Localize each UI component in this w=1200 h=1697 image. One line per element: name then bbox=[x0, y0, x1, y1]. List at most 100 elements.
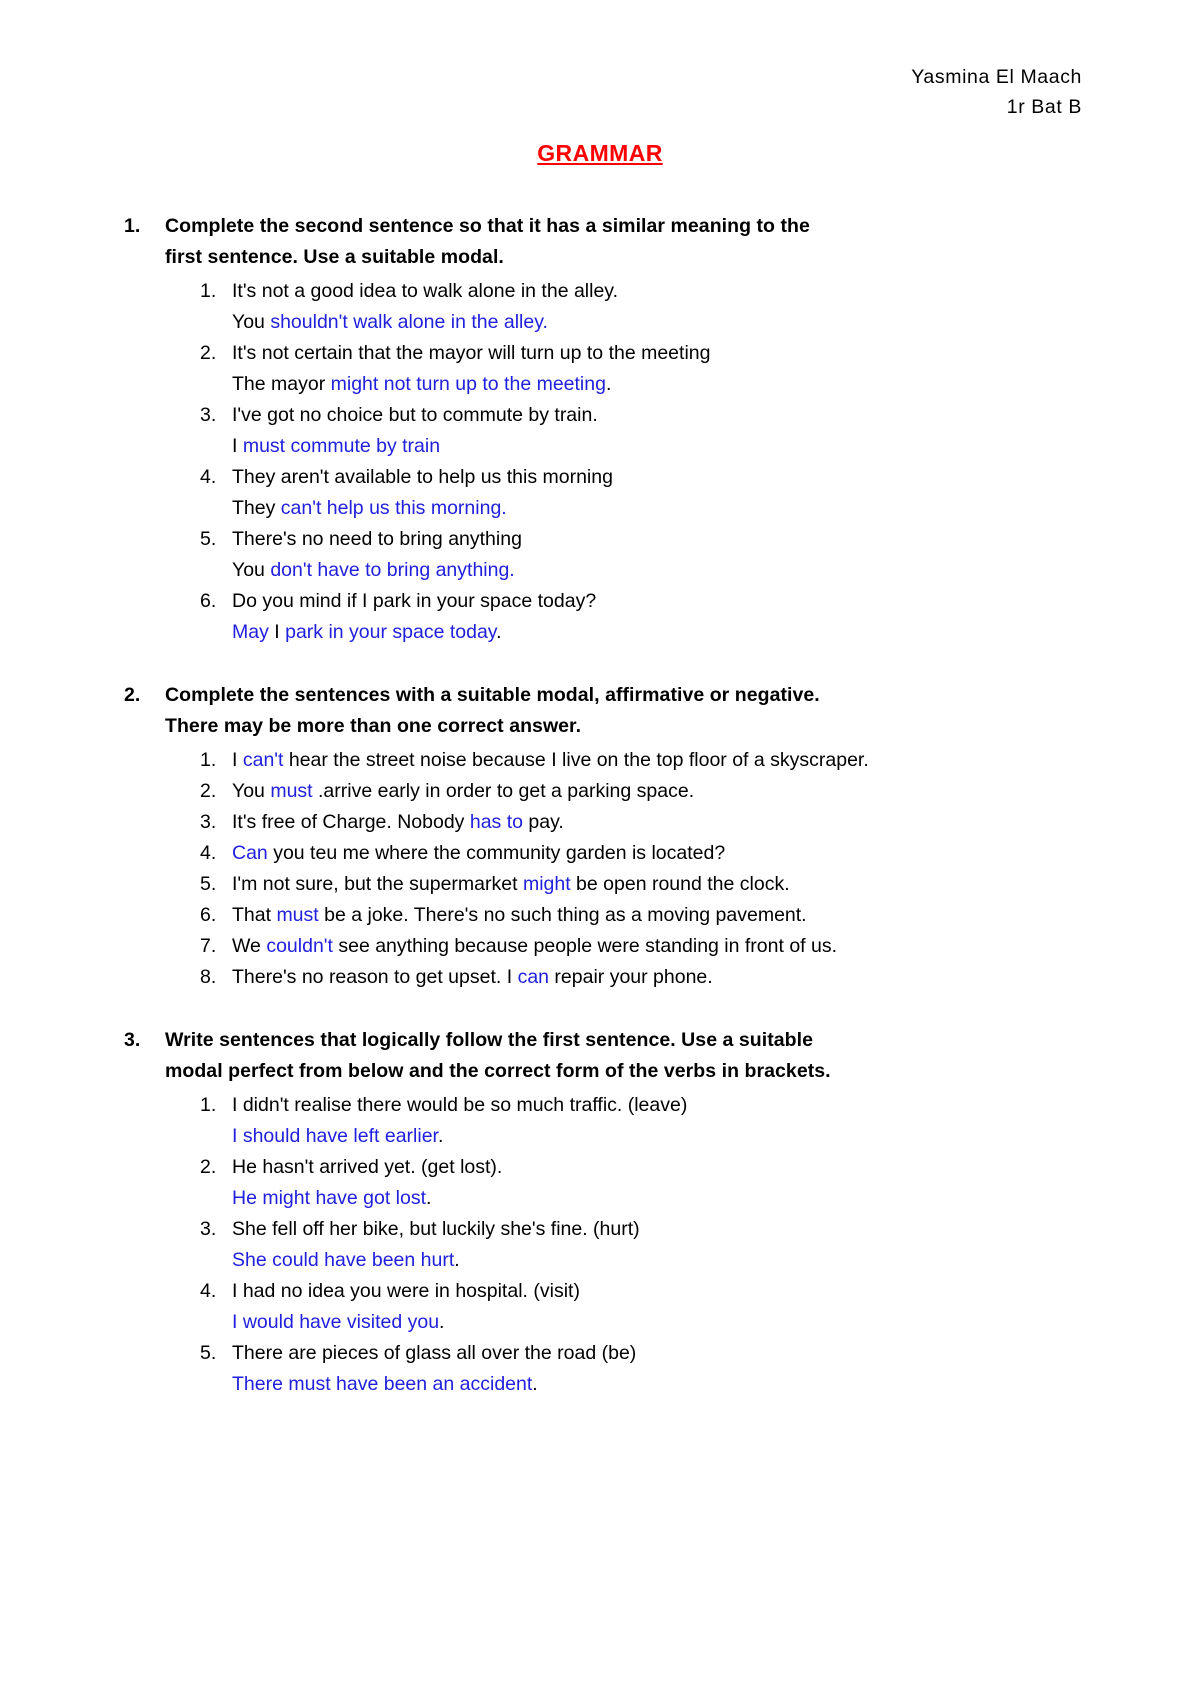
student-name: Yasmina El Maach bbox=[911, 66, 1082, 88]
answer-text: There must have been an accident bbox=[232, 1373, 533, 1395]
answer-lead: I bbox=[232, 435, 243, 457]
item-answer: She could have been hurt. bbox=[232, 1245, 1082, 1276]
answer-modal: shouldn't walk alone in the alley. bbox=[270, 311, 548, 333]
list-item: We couldn't see anything because people … bbox=[165, 931, 1082, 962]
section-3-heading-line-1: Write sentences that logically follow th… bbox=[165, 1029, 814, 1051]
section-1-heading: Complete the second sentence so that it … bbox=[165, 211, 1082, 273]
answer-modal: must bbox=[270, 780, 313, 802]
item-prompt: I didn't realise there would be so much … bbox=[232, 1094, 688, 1116]
answer-text: He might have got lost bbox=[232, 1187, 427, 1209]
answer-tail: . bbox=[496, 621, 502, 643]
sentence-pre: I bbox=[232, 749, 243, 771]
list-item: There are pieces of glass all over the r… bbox=[165, 1338, 1082, 1400]
item-sentence: There's no reason to get upset. I can re… bbox=[232, 962, 1082, 993]
list-item: I didn't realise there would be so much … bbox=[165, 1090, 1082, 1152]
answer-modal: can't bbox=[242, 749, 284, 771]
list-item: I've got no choice but to commute by tra… bbox=[165, 400, 1082, 462]
list-item: There's no need to bring anything You do… bbox=[165, 524, 1082, 586]
page-title: GRAMMAR bbox=[118, 140, 1082, 167]
section-1-heading-line-1: Complete the second sentence so that it … bbox=[165, 215, 810, 237]
list-item: They aren't available to help us this mo… bbox=[165, 462, 1082, 524]
answer-modal: can bbox=[517, 966, 550, 988]
answer-text: I would have visited you bbox=[232, 1311, 440, 1333]
exercise-section-2: Complete the sentences with a suitable m… bbox=[118, 680, 1082, 993]
answer-lead: You bbox=[232, 559, 271, 581]
answer-modal: must commute by train bbox=[242, 435, 441, 457]
document-page: Yasmina El Maach 1r Bat B GRAMMAR Comple… bbox=[0, 0, 1200, 1697]
list-item: Can you teu me where the community garde… bbox=[165, 838, 1082, 869]
section-2-heading-line-2: There may be more than one correct answe… bbox=[165, 715, 582, 737]
item-prompt: He hasn't arrived yet. (get lost). bbox=[232, 1156, 503, 1178]
answer-lead: You bbox=[232, 311, 271, 333]
answer-tail: . bbox=[426, 1187, 432, 1209]
item-prompt: It's not a good idea to walk alone in th… bbox=[232, 280, 619, 302]
exercise-section-1: Complete the second sentence so that it … bbox=[118, 211, 1082, 648]
sentence-pre: It's free of Charge. Nobody bbox=[232, 811, 470, 833]
sentence-post: be open round the clock. bbox=[570, 873, 790, 895]
item-sentence: I'm not sure, but the supermarket might … bbox=[232, 869, 1082, 900]
section-2-heading: Complete the sentences with a suitable m… bbox=[165, 680, 1082, 742]
answer-modal: Can bbox=[232, 842, 268, 864]
list-item: It's not certain that the mayor will tur… bbox=[165, 338, 1082, 400]
sentence-post: pay. bbox=[522, 811, 564, 833]
item-sentence: Can you teu me where the community garde… bbox=[232, 838, 1082, 869]
sentence-pre: That bbox=[232, 904, 277, 926]
answer-tail: . bbox=[532, 1373, 538, 1395]
list-item: I can't hear the street noise because I … bbox=[165, 745, 1082, 776]
sentence-post: be a joke. There's no such thing as a mo… bbox=[318, 904, 807, 926]
item-prompt: I had no idea you were in hospital. (vis… bbox=[232, 1280, 580, 1302]
item-prompt: They aren't available to help us this mo… bbox=[232, 466, 613, 488]
list-item: I had no idea you were in hospital. (vis… bbox=[165, 1276, 1082, 1338]
item-answer: I should have left earlier. bbox=[232, 1121, 1082, 1152]
item-prompt: Do you mind if I park in your space toda… bbox=[232, 590, 597, 612]
answer-modal: might not turn up to the meeting bbox=[330, 373, 606, 395]
sentence-post: hear the street noise because I live on … bbox=[283, 749, 869, 771]
answer-modal: has to bbox=[469, 811, 523, 833]
item-sentence: It's free of Charge. Nobody has to pay. bbox=[232, 807, 1082, 838]
item-answer: They can't help us this morning. bbox=[232, 493, 1082, 524]
item-prompt: There are pieces of glass all over the r… bbox=[232, 1342, 637, 1364]
item-answer: You shouldn't walk alone in the alley. bbox=[232, 307, 1082, 338]
item-sentence: You must .arrive early in order to get a… bbox=[232, 776, 1082, 807]
item-sentence: That must be a joke. There's no such thi… bbox=[232, 900, 1082, 931]
item-answer: He might have got lost. bbox=[232, 1183, 1082, 1214]
list-item: Do you mind if I park in your space toda… bbox=[165, 586, 1082, 648]
section-1-items: It's not a good idea to walk alone in th… bbox=[165, 276, 1082, 648]
list-item: It's not a good idea to walk alone in th… bbox=[165, 276, 1082, 338]
answer-modal: don't have to bring anything. bbox=[270, 559, 515, 581]
item-answer: There must have been an accident. bbox=[232, 1369, 1082, 1400]
list-item: You must .arrive early in order to get a… bbox=[165, 776, 1082, 807]
sentence-pre: There's no reason to get upset. I bbox=[232, 966, 518, 988]
item-answer: May I park in your space today. bbox=[232, 617, 1082, 648]
item-sentence: We couldn't see anything because people … bbox=[232, 931, 1082, 962]
sentence-pre: You bbox=[232, 780, 271, 802]
sentence-post: repair your phone. bbox=[549, 966, 713, 988]
document-header: Yasmina El Maach 1r Bat B bbox=[118, 62, 1082, 122]
answer-tail: . bbox=[605, 373, 612, 395]
answer-modal: May bbox=[232, 621, 269, 643]
answer-lead: They bbox=[232, 497, 281, 519]
list-item: He hasn't arrived yet. (get lost). He mi… bbox=[165, 1152, 1082, 1214]
page-title-text: GRAMMAR bbox=[537, 140, 663, 166]
sentence-pre: We bbox=[232, 935, 267, 957]
answer-text: She could have been hurt bbox=[232, 1249, 455, 1271]
answer-tail: . bbox=[439, 1311, 445, 1333]
item-prompt: It's not certain that the mayor will tur… bbox=[232, 342, 711, 364]
answer-modal: might bbox=[522, 873, 571, 895]
item-prompt: I've got no choice but to commute by tra… bbox=[232, 404, 598, 426]
answer-rest: park in your space today bbox=[285, 621, 497, 643]
sentence-pre: I'm not sure, but the supermarket bbox=[232, 873, 523, 895]
section-3-heading-line-2: modal perfect from below and the correct… bbox=[165, 1060, 831, 1082]
list-item: It's free of Charge. Nobody has to pay. bbox=[165, 807, 1082, 838]
answer-mid: I bbox=[268, 621, 286, 643]
answer-modal: couldn't bbox=[266, 935, 333, 957]
item-answer: You don't have to bring anything. bbox=[232, 555, 1082, 586]
list-item: She fell off her bike, but luckily she's… bbox=[165, 1214, 1082, 1276]
item-sentence: I can't hear the street noise because I … bbox=[232, 745, 1082, 776]
sentence-post: you teu me where the community garden is… bbox=[267, 842, 726, 864]
exercise-sections: Complete the second sentence so that it … bbox=[118, 211, 1082, 1400]
section-2-heading-line-1: Complete the sentences with a suitable m… bbox=[165, 684, 820, 706]
sentence-post: .arrive early in order to get a parking … bbox=[312, 780, 695, 802]
section-2-items: I can't hear the street noise because I … bbox=[165, 745, 1082, 993]
answer-tail: . bbox=[437, 1125, 444, 1147]
